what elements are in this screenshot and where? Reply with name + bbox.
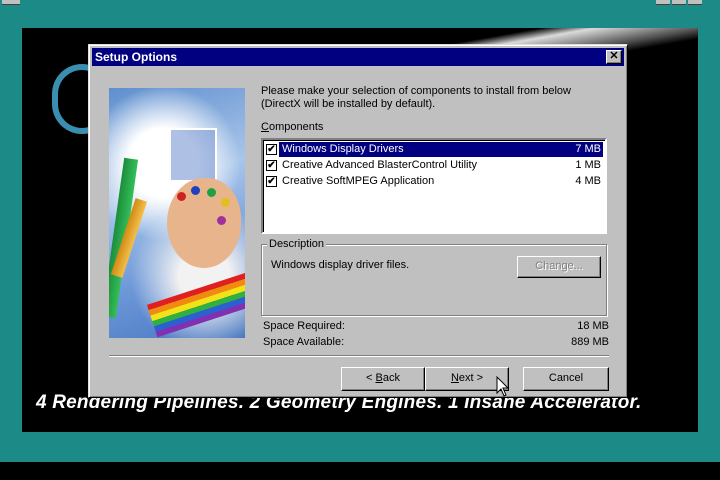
component-size: 7 MB (575, 143, 601, 155)
back-button[interactable]: < Back (341, 367, 425, 391)
space-required-value: 18 MB (577, 320, 609, 332)
dialog-title: Setup Options (95, 50, 177, 64)
component-size: 4 MB (575, 175, 601, 187)
setup-options-dialog: Setup Options ✕ Please make your selecti… (88, 44, 628, 398)
screen-bottom-edge (0, 462, 720, 480)
next-access-key: N (450, 372, 459, 384)
component-row[interactable]: ✔ Windows Display Drivers 7 MB (265, 142, 603, 158)
space-available-value: 889 MB (571, 336, 609, 348)
close-icon[interactable] (688, 0, 702, 5)
description-groupbox (261, 244, 607, 316)
paint-dot (177, 192, 186, 201)
close-button[interactable]: ✕ (606, 50, 622, 64)
paint-dot (221, 198, 230, 207)
paint-dot (191, 186, 200, 195)
change-button[interactable]: Change... (517, 256, 601, 278)
back-label-rest: ack (382, 372, 400, 384)
paint-dot (207, 188, 216, 197)
close-icon: ✕ (609, 50, 619, 62)
maximize-icon[interactable] (672, 0, 686, 5)
components-access-key: C (261, 121, 269, 133)
component-checkbox[interactable]: ✔ (266, 160, 277, 171)
component-name: Windows Display Drivers (282, 143, 404, 155)
component-checkbox[interactable]: ✔ (266, 144, 277, 155)
space-required-row: Space Required: 18 MB (263, 320, 609, 334)
components-label: Components (261, 121, 323, 133)
paint-dot (217, 216, 226, 225)
art-frame (169, 128, 217, 182)
button-separator (109, 355, 609, 357)
space-available-row: Space Available: 889 MB (263, 336, 609, 350)
component-name: Creative SoftMPEG Application (282, 175, 435, 187)
minimize-icon[interactable] (656, 0, 670, 5)
instructions-text: Please make your selection of components… (261, 85, 571, 110)
art-rainbow (146, 264, 245, 338)
cancel-button[interactable]: Cancel (523, 367, 609, 391)
mouse-pointer-icon (496, 376, 510, 397)
component-size: 1 MB (575, 159, 601, 171)
next-label-rest: ext > (458, 372, 484, 384)
dialog-titlebar[interactable]: Setup Options ✕ (92, 48, 624, 66)
checkmark-icon: ✔ (267, 176, 276, 187)
checkmark-icon: ✔ (267, 160, 276, 171)
space-required-label: Space Required: (263, 320, 345, 332)
space-available-label: Space Available: (263, 336, 345, 348)
description-label: Description (267, 238, 327, 250)
components-list[interactable]: ✔ Windows Display Drivers 7 MB ✔ Creativ… (261, 138, 607, 234)
component-name: Creative Advanced BlasterControl Utility (282, 159, 478, 171)
description-text: Windows display driver files. (271, 259, 410, 271)
setup-artwork-image (109, 88, 245, 338)
back-access-key: B (375, 372, 383, 384)
component-checkbox[interactable]: ✔ (266, 176, 277, 187)
components-label-rest: omponents (268, 121, 324, 133)
component-row[interactable]: ✔ Creative Advanced BlasterControl Utili… (265, 158, 603, 174)
art-paint-palette (167, 178, 241, 268)
window-system-icon[interactable] (2, 0, 20, 5)
checkmark-icon: ✔ (267, 144, 276, 155)
component-row[interactable]: ✔ Creative SoftMPEG Application 4 MB (265, 174, 603, 190)
back-prefix: < (366, 372, 376, 384)
